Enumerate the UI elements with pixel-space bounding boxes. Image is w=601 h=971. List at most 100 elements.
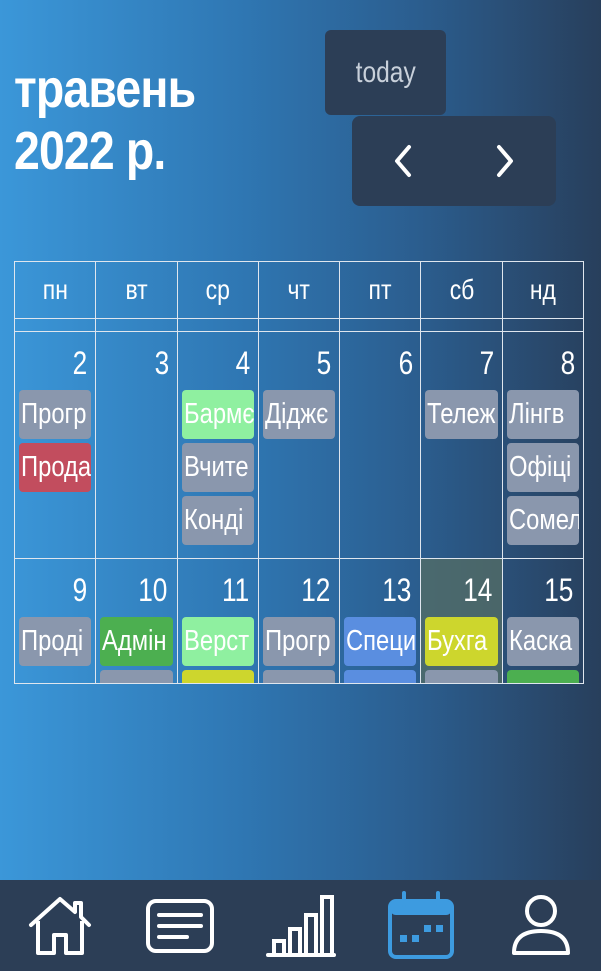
day-number-label: 13 [382, 572, 412, 608]
day-number-label: 5 [316, 345, 332, 381]
profile-icon [511, 894, 570, 955]
month-name: травень [14, 59, 196, 119]
weekday-label: вт [125, 274, 148, 305]
event-title: Тележ [427, 398, 496, 430]
day-cell[interactable]: 2 Прогр Прода [15, 332, 97, 558]
home-icon [29, 896, 92, 955]
day-cell[interactable]: 7 Тележ [421, 332, 503, 558]
today-button[interactable]: today [325, 30, 446, 115]
day-cell[interactable]: 15 Каска [503, 559, 583, 683]
all-day-cell[interactable] [503, 319, 583, 331]
today-button-label: today [355, 55, 416, 89]
day-number: 8 [503, 332, 583, 386]
calendar-event[interactable]: Специ [344, 617, 417, 666]
day-cell[interactable]: 4 Бармє Вчите Конді [178, 332, 259, 558]
day-number: 10 [96, 559, 176, 613]
weekday-header: сб [421, 262, 503, 318]
nav-news[interactable] [120, 880, 240, 971]
nav-home[interactable] [0, 880, 120, 971]
day-number-label: 2 [73, 345, 88, 381]
calendar-event[interactable]: Лінгв [506, 390, 579, 439]
month-navigation [352, 116, 556, 206]
weekday-label: сб [449, 274, 474, 305]
day-number: 2 [15, 332, 95, 386]
chevron-right-icon [497, 145, 513, 177]
event-title: Прода [21, 451, 92, 483]
day-number-label: 12 [300, 572, 330, 608]
calendar-event[interactable]: Конді [181, 496, 254, 545]
calendar-event[interactable]: Тележ [425, 390, 498, 439]
weekday-header: вт [96, 262, 178, 318]
day-cell[interactable]: 9 Проді [15, 559, 97, 683]
all-day-cell[interactable] [96, 319, 178, 331]
stats-icon [265, 894, 336, 957]
all-day-cell[interactable] [421, 319, 503, 331]
all-day-cell[interactable] [259, 319, 341, 331]
calendar-event[interactable]: Проді [19, 617, 92, 666]
calendar-event[interactable]: Каска [506, 617, 579, 666]
all-day-row [15, 319, 583, 332]
calendar-event[interactable]: Офіці [506, 443, 579, 492]
next-month-button[interactable] [454, 116, 556, 206]
day-number-label: 6 [398, 345, 413, 381]
calendar-event[interactable] [262, 670, 336, 683]
week-row: 2 Прогр Прода 3 4 Бармє Вчите Конді 5 Діджє 6 7 Теле… [15, 332, 583, 559]
day-number-label: 11 [221, 572, 249, 608]
day-cell[interactable]: 12 Прогр [259, 559, 341, 683]
all-day-cell[interactable] [340, 319, 422, 331]
nav-profile[interactable] [481, 880, 601, 971]
calendar-event[interactable]: Прогр [19, 390, 92, 439]
calendar-event[interactable]: Верст [181, 617, 254, 666]
event-title: Діджє [264, 398, 329, 430]
day-number: 6 [340, 332, 420, 386]
day-cell[interactable]: 13 Специ [340, 559, 422, 683]
event-title: Сомел [508, 504, 579, 536]
calendar-event[interactable] [425, 670, 498, 683]
calendar-event[interactable] [344, 670, 417, 683]
calendar-event[interactable] [181, 670, 254, 683]
all-day-cell[interactable] [15, 319, 97, 331]
calendar-event[interactable]: Прогр [262, 617, 336, 666]
event-title: Бармє [183, 398, 254, 430]
day-number: 13 [340, 559, 420, 613]
news-icon [146, 898, 215, 953]
event-title: Прогр [264, 625, 331, 657]
prev-month-button[interactable] [352, 116, 454, 206]
day-number-label: 4 [235, 345, 251, 381]
nav-calendar[interactable] [361, 880, 481, 971]
calendar-icon [387, 890, 454, 959]
day-cell-today[interactable]: 14 Бухга [421, 559, 503, 683]
calendar-event[interactable] [100, 670, 173, 683]
day-number-label: 8 [560, 345, 576, 381]
day-cell[interactable]: 11 Верст [178, 559, 259, 683]
weekday-label: чт [287, 274, 311, 305]
day-cell[interactable]: 10 Адмін [96, 559, 178, 683]
all-day-cell[interactable] [178, 319, 259, 331]
event-title: Адмін [102, 625, 167, 657]
event-title: Бухга [427, 625, 488, 657]
day-number-label: 14 [463, 572, 493, 608]
day-cell[interactable]: 8 Лінгв Офіці Сомел [503, 332, 583, 558]
nav-stats[interactable] [240, 880, 360, 971]
weekday-header: нд [503, 262, 583, 318]
day-number: 4 [178, 332, 258, 386]
day-cell[interactable]: 3 [96, 332, 178, 558]
month-title: травень 2022 р. [14, 58, 196, 182]
weekday-header: ср [178, 262, 259, 318]
day-cell[interactable]: 5 Діджє [259, 332, 341, 558]
weekday-label: пт [368, 274, 392, 305]
calendar-event[interactable]: Бухга [425, 617, 498, 666]
calendar-event[interactable]: Бармє [181, 390, 254, 439]
calendar-event[interactable]: Вчите [181, 443, 254, 492]
calendar-event[interactable]: Діджє [262, 390, 336, 439]
weekday-header: чт [259, 262, 341, 318]
calendar-event[interactable]: Адмін [100, 617, 173, 666]
day-number: 9 [15, 559, 95, 613]
calendar-event[interactable] [506, 670, 579, 683]
day-number: 3 [96, 332, 176, 386]
day-number-label: 9 [73, 572, 88, 608]
calendar-event[interactable]: Сомел [506, 496, 579, 545]
day-number: 7 [421, 332, 501, 386]
calendar-event[interactable]: Прода [19, 443, 92, 492]
day-cell[interactable]: 6 [340, 332, 422, 558]
